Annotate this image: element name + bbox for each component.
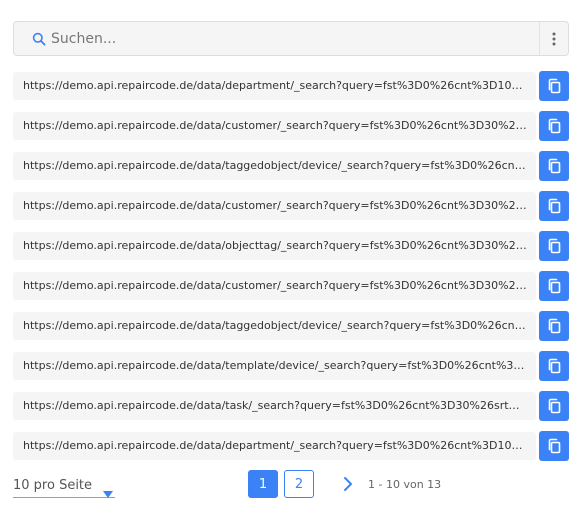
- url-row: https://demo.api.repaircode.de/data/depa…: [13, 71, 569, 101]
- caret-down-icon: [103, 483, 113, 502]
- copy-button[interactable]: [539, 351, 569, 381]
- copy-button[interactable]: [539, 151, 569, 181]
- chevron-right-icon[interactable]: [338, 470, 358, 498]
- copy-icon: [547, 238, 561, 254]
- copy-icon: [547, 318, 561, 334]
- url-row: https://demo.api.repaircode.de/data/cust…: [13, 111, 569, 141]
- copy-icon: [547, 358, 561, 374]
- more-vertical-icon[interactable]: [540, 22, 568, 55]
- copy-button[interactable]: [539, 191, 569, 221]
- page-button-1[interactable]: 1: [248, 470, 278, 498]
- url-row: https://demo.api.repaircode.de/data/obje…: [13, 231, 569, 261]
- copy-icon: [547, 118, 561, 134]
- copy-button[interactable]: [539, 431, 569, 461]
- copy-button[interactable]: [539, 391, 569, 421]
- copy-button[interactable]: [539, 111, 569, 141]
- page-range-label: 1 - 10 von 13: [368, 477, 442, 491]
- url-row: https://demo.api.repaircode.de/data/depa…: [13, 431, 569, 461]
- url-row: https://demo.api.repaircode.de/data/cust…: [13, 271, 569, 301]
- url-text: https://demo.api.repaircode.de/data/cust…: [13, 272, 536, 300]
- copy-icon: [547, 398, 561, 414]
- pager: 1 2 1 - 10 von 13: [248, 470, 441, 498]
- copy-button[interactable]: [539, 231, 569, 261]
- search-bar: [13, 21, 569, 56]
- copy-icon: [547, 198, 561, 214]
- url-row: https://demo.api.repaircode.de/data/tagg…: [13, 311, 569, 341]
- url-row: https://demo.api.repaircode.de/data/task…: [13, 391, 569, 421]
- search-icon: [14, 22, 48, 55]
- url-text: https://demo.api.repaircode.de/data/cust…: [13, 112, 536, 140]
- url-row: https://demo.api.repaircode.de/data/tagg…: [13, 151, 569, 181]
- url-text: https://demo.api.repaircode.de/data/tagg…: [13, 152, 536, 180]
- url-text: https://demo.api.repaircode.de/data/temp…: [13, 352, 536, 380]
- per-page-select[interactable]: 10 pro Seite: [13, 474, 115, 498]
- copy-button[interactable]: [539, 271, 569, 301]
- url-row: https://demo.api.repaircode.de/data/cust…: [13, 191, 569, 221]
- page-button-2[interactable]: 2: [284, 470, 314, 498]
- url-text: https://demo.api.repaircode.de/data/depa…: [13, 72, 536, 100]
- copy-button[interactable]: [539, 311, 569, 341]
- copy-icon: [547, 438, 561, 454]
- search-input[interactable]: [48, 22, 539, 55]
- copy-icon: [547, 278, 561, 294]
- copy-button[interactable]: [539, 71, 569, 101]
- copy-icon: [547, 158, 561, 174]
- url-text: https://demo.api.repaircode.de/data/task…: [13, 392, 536, 420]
- per-page-label: 10 pro Seite: [13, 478, 93, 493]
- url-text: https://demo.api.repaircode.de/data/obje…: [13, 232, 536, 260]
- url-text: https://demo.api.repaircode.de/data/cust…: [13, 192, 536, 220]
- copy-icon: [547, 78, 561, 94]
- url-text: https://demo.api.repaircode.de/data/tagg…: [13, 312, 536, 340]
- pagination-footer: 10 pro Seite 1 2 1 - 10 von 13: [13, 470, 569, 502]
- url-row: https://demo.api.repaircode.de/data/temp…: [13, 351, 569, 381]
- url-text: https://demo.api.repaircode.de/data/depa…: [13, 432, 536, 460]
- url-list: https://demo.api.repaircode.de/data/depa…: [13, 71, 569, 472]
